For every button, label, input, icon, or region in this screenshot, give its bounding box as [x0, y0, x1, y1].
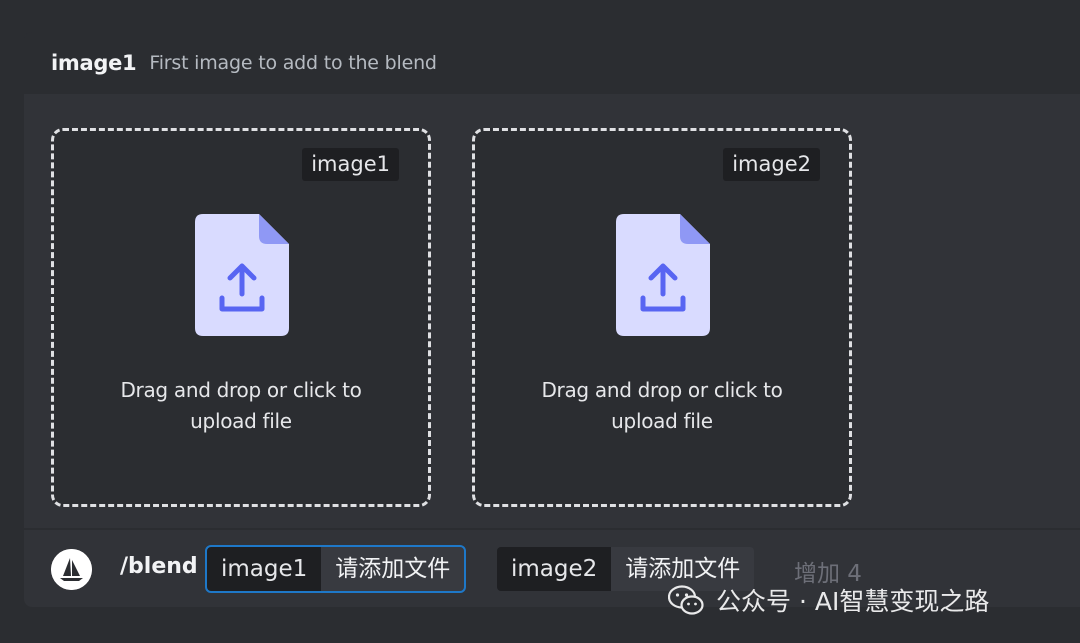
wechat-icon — [668, 585, 704, 615]
dropzone-tag: image2 — [723, 148, 820, 181]
option-description: First image to add to the blend — [149, 52, 437, 74]
watermark-text: 公众号 · AI智慧变现之路 — [716, 587, 990, 616]
chip-option-value: 请添加文件 — [321, 547, 465, 591]
dropzone-instructions: Drag and drop or click to upload file — [120, 378, 362, 433]
midjourney-sailboat-icon — [51, 549, 92, 590]
watermark: 公众号 · AI智慧变现之路 — [668, 582, 989, 618]
option-header: image1 First image to add to the blend — [24, 32, 1080, 94]
option-name: image1 — [51, 51, 137, 75]
file-upload-icon — [616, 214, 710, 336]
chip-option-name: image2 — [497, 547, 612, 591]
upload-dropzone-image2[interactable]: image2 Drag and drop or click to upload … — [472, 128, 852, 507]
command-name: /blend — [120, 554, 198, 579]
chip-option-name: image1 — [207, 547, 322, 591]
file-upload-icon — [195, 214, 289, 336]
blend-options-panel: image1 First image to add to the blend i… — [24, 32, 1080, 607]
dropzone-instructions: Drag and drop or click to upload file — [541, 378, 783, 433]
dropzone-tag: image1 — [302, 148, 399, 181]
option-chip-image1[interactable]: image1 请添加文件 — [204, 545, 467, 593]
upload-dropzone-image1[interactable]: image1 Drag and drop or click to upload … — [51, 128, 431, 507]
